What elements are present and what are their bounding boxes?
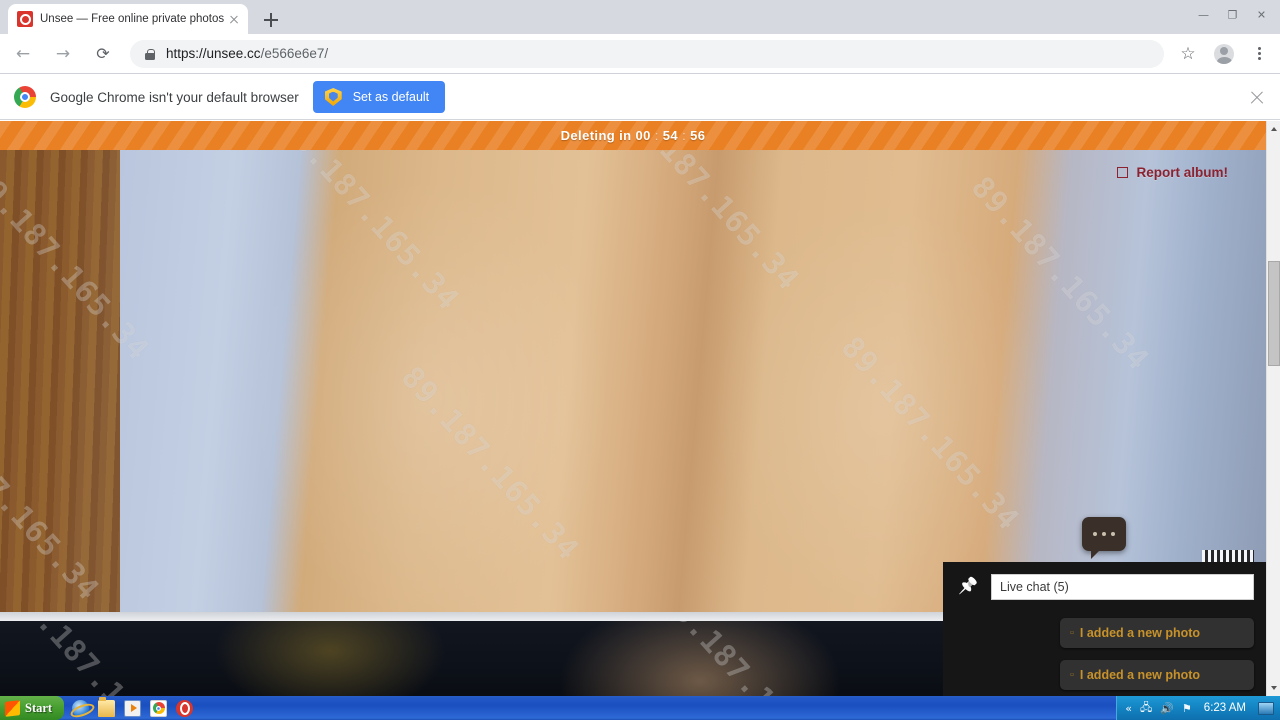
message-bullet: ▫ (1070, 627, 1074, 639)
timer-prefix: Deleting in (560, 128, 632, 143)
page-scrollbar[interactable] (1266, 121, 1280, 696)
url-host: https://unsee.cc (166, 46, 261, 61)
internet-explorer-icon[interactable] (72, 699, 90, 717)
desktop-icon[interactable] (1258, 701, 1274, 715)
browser-toolbar: ← → ⟳ https://unsee.cc/e566e6e7/ ☆ (0, 34, 1280, 74)
infobar-close-icon[interactable] (1248, 88, 1266, 106)
timer-hours: 00 (635, 128, 651, 143)
window-controls: — ❐ ✕ (1189, 2, 1276, 28)
shield-icon (324, 88, 342, 106)
watermark-text: 89.187.165.34 (613, 150, 806, 298)
minimize-icon: — (1198, 8, 1209, 22)
close-window-button[interactable]: ✕ (1247, 2, 1276, 28)
url-path: /e566e6e7/ (260, 46, 329, 61)
start-label: Start (25, 700, 53, 715)
report-album-button[interactable]: Report album! (1117, 165, 1228, 180)
watermark-text: 89.187.165.34 (963, 170, 1156, 378)
message-bullet: ▫ (1070, 669, 1074, 681)
restore-icon: ❐ (1227, 8, 1238, 22)
scrollbar-thumb[interactable] (1268, 261, 1280, 366)
kebab-icon (1258, 45, 1262, 62)
photo-1-wood-floor (0, 150, 120, 616)
live-chat-panel: Live chat (5) ▫ I added a new photo ▫ I … (943, 562, 1266, 696)
start-button[interactable]: Start (0, 696, 65, 720)
forward-button[interactable]: → (46, 37, 80, 71)
address-bar[interactable]: https://unsee.cc/e566e6e7/ (130, 39, 1164, 68)
tab-strip: Unsee — Free online private photos — ❐ ✕ (0, 0, 1280, 34)
screen: Unsee — Free online private photos — ❐ ✕… (0, 0, 1280, 720)
watermark-text: 89.187.165.34 (654, 621, 846, 696)
browser-tab[interactable]: Unsee — Free online private photos (8, 4, 248, 34)
star-icon: ☆ (1180, 43, 1196, 64)
pin-icon[interactable] (955, 573, 983, 601)
flag-icon[interactable]: ⚑ (1182, 702, 1192, 715)
close-window-icon: ✕ (1256, 8, 1267, 22)
restore-button[interactable]: ❐ (1218, 2, 1247, 28)
system-tray: « 🖧 🔊 ⚑ 6:23 AM (1116, 696, 1280, 720)
close-icon[interactable] (226, 11, 242, 27)
opera-icon (17, 11, 33, 27)
set-as-default-label: Set as default (352, 90, 430, 104)
album-photo-1[interactable]: 89.187.165.34 89.187.165.34 89.187.165.3… (0, 150, 1266, 616)
timer-sep-2: : (682, 128, 687, 143)
photo-1-watermarks: 89.187.165.34 89.187.165.34 89.187.165.3… (0, 150, 1266, 616)
watermark-text: 89.187.165.34 (273, 150, 466, 318)
back-icon: ← (15, 43, 31, 64)
live-chat-header: Live chat (5) (943, 562, 1266, 612)
minimize-button[interactable]: — (1189, 2, 1218, 28)
bubble-dot (1093, 532, 1097, 536)
file-explorer-icon[interactable] (98, 696, 116, 717)
scroll-up-arrow[interactable] (1267, 121, 1280, 137)
chat-message: ▫ I added a new photo (1060, 660, 1254, 690)
infobar-message: Google Chrome isn't your default browser (50, 89, 299, 105)
media-player-icon[interactable] (124, 699, 142, 717)
watermark-text: 89.187.165.34 (833, 330, 1026, 538)
opera-taskbar-icon[interactable] (176, 699, 194, 717)
chat-input[interactable]: Live chat (5) (991, 574, 1254, 600)
timer-sep-1: : (654, 128, 659, 143)
scroll-down-arrow[interactable] (1267, 680, 1280, 696)
lock-icon (144, 48, 156, 60)
network-icon[interactable]: 🖧 (1140, 699, 1152, 718)
show-hidden-icons[interactable]: « (1125, 702, 1132, 715)
set-as-default-button[interactable]: Set as default (312, 81, 446, 113)
report-album-label: Report album! (1136, 165, 1228, 180)
windows-taskbar: Start « 🖧 🔊 ⚑ 6:23 AM (0, 696, 1280, 720)
page-viewport: Deleting in 00 : 54 : 56 89.187.165.34 8… (0, 121, 1280, 696)
profile-button[interactable] (1208, 38, 1240, 70)
bookmark-button[interactable]: ☆ (1172, 38, 1204, 70)
chrome-menu-button[interactable] (1244, 38, 1276, 70)
message-text: I added a new photo (1079, 626, 1201, 640)
timer-minutes: 54 (662, 128, 679, 143)
forward-icon: → (55, 43, 71, 64)
chrome-logo-icon (14, 86, 36, 108)
windows-flag-icon (5, 699, 20, 717)
watermark-text: 89.187.165.34 (0, 400, 106, 608)
default-browser-infobar: Google Chrome isn't your default browser… (0, 75, 1280, 120)
tab-title: Unsee — Free online private photos (40, 13, 225, 25)
watermark-text: 89.187.165.34 (4, 621, 196, 696)
quick-launch-bar (72, 696, 194, 717)
google-chrome-icon[interactable] (150, 699, 168, 717)
page-content: Deleting in 00 : 54 : 56 89.187.165.34 8… (0, 121, 1266, 696)
url-text: https://unsee.cc/e566e6e7/ (166, 46, 328, 61)
bubble-dot (1102, 532, 1106, 536)
deleting-timer-banner: Deleting in 00 : 54 : 56 (0, 121, 1266, 150)
chat-message: ▫ I added a new photo (1060, 618, 1254, 648)
volume-icon[interactable]: 🔊 (1160, 702, 1174, 715)
avatar-icon (1214, 43, 1234, 64)
taskbar-clock[interactable]: 6:23 AM (1204, 702, 1246, 714)
bubble-dot (1111, 532, 1115, 536)
message-text: I added a new photo (1079, 668, 1201, 682)
watermark-text: 89.187.165.34 (0, 160, 156, 368)
back-button[interactable]: ← (6, 37, 40, 71)
chat-bubble-icon[interactable] (1082, 517, 1126, 559)
watermark-text: 89.187.165.34 (393, 360, 586, 568)
timer-seconds: 56 (690, 128, 706, 143)
new-tab-button[interactable] (258, 7, 284, 33)
reload-icon: ⟳ (96, 44, 110, 63)
reload-button[interactable]: ⟳ (86, 37, 120, 71)
report-checkbox-icon[interactable] (1117, 167, 1129, 178)
chat-message-list: ▫ I added a new photo ▫ I added a new ph… (943, 618, 1266, 696)
